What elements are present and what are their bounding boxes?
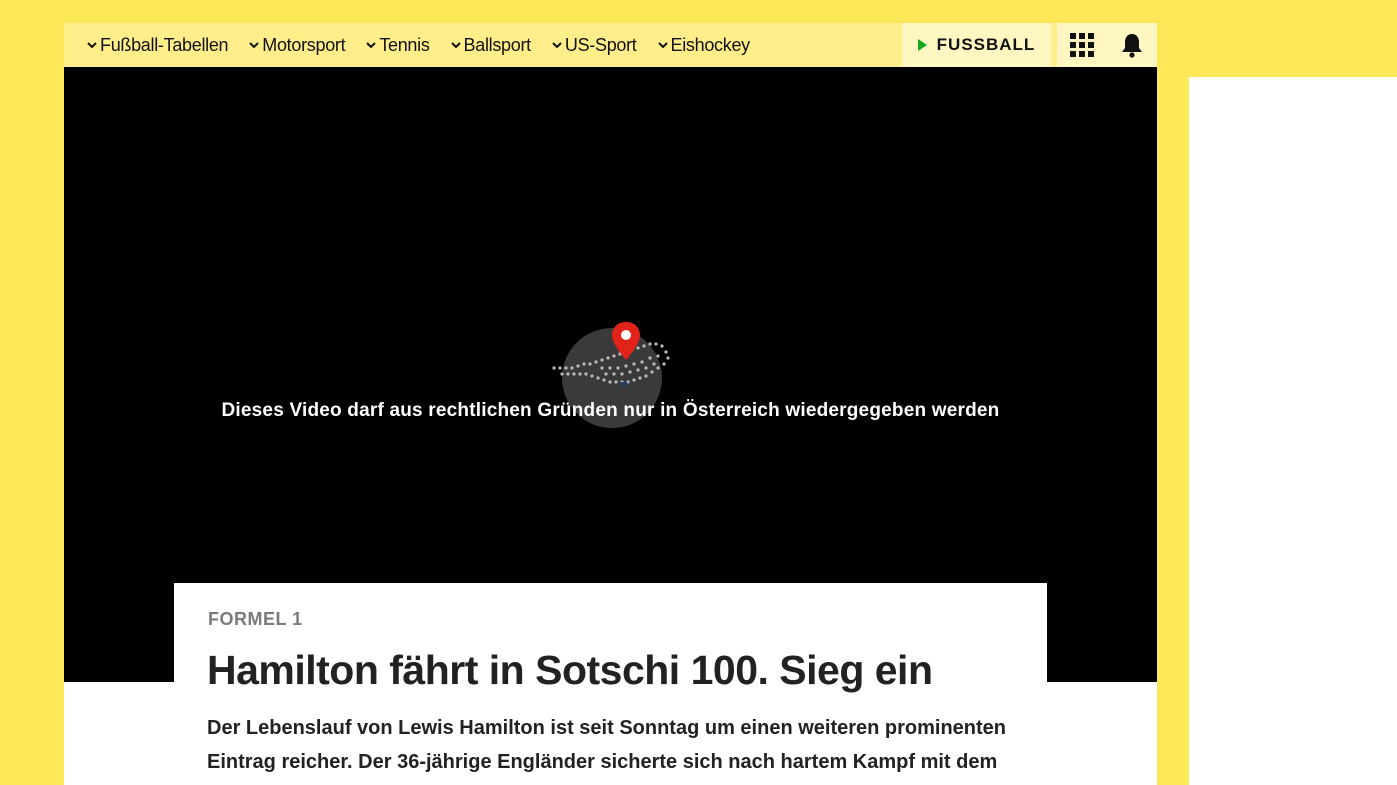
apps-grid-icon[interactable] [1070, 33, 1094, 57]
nav-item-label: Ballsport [463, 34, 532, 55]
chevron-down-icon [249, 42, 259, 49]
nav-items: Fußball-Tabellen Motorsport Tennis Balls… [86, 23, 770, 67]
right-ad-panel [1189, 77, 1397, 785]
nav-item-label: Motorsport [262, 34, 346, 55]
chevron-down-icon [450, 42, 461, 49]
nav-item-label: US-Sport [564, 34, 637, 55]
fussball-button-label: FUSSBALL [936, 35, 1036, 54]
geo-block-message: Dieses Video darf aus rechtlichen Gründe… [221, 400, 1000, 421]
chevron-down-icon [657, 42, 668, 49]
chevron-down-icon [366, 42, 377, 49]
chevron-down-icon [87, 42, 97, 49]
chevron-down-icon [552, 42, 562, 49]
article-headline: Hamilton fährt in Sotschi 100. Sieg ein [207, 647, 933, 693]
bell-icon[interactable] [1120, 32, 1144, 58]
fussball-button[interactable]: FUSSBALL [902, 23, 1051, 67]
nav-item-tennis[interactable]: Tennis [365, 34, 430, 56]
nav-item-motorsport[interactable]: Motorsport [248, 34, 346, 56]
article-kicker: FORMEL 1 [208, 609, 303, 629]
article-lead: Der Lebenslauf von Lewis Hamilton ist se… [207, 717, 1007, 773]
article-card: FORMEL 1 Hamilton fährt in Sotschi 100. … [174, 583, 1047, 785]
play-triangle-icon [917, 39, 927, 51]
nav-item-label: Fußball-Tabellen [100, 34, 229, 55]
nav-item-ballsport[interactable]: Ballsport [450, 35, 531, 56]
nav-item-label: Eishockey [670, 34, 751, 55]
nav-item-us-sport[interactable]: US-Sport [551, 35, 637, 56]
nav-item-label: Tennis [379, 34, 430, 55]
nav-item-eishockey[interactable]: Eishockey [657, 35, 750, 56]
nav-item-fussball-tabellen[interactable]: Fußball-Tabellen [86, 34, 229, 56]
header-icon-box [1057, 23, 1157, 67]
